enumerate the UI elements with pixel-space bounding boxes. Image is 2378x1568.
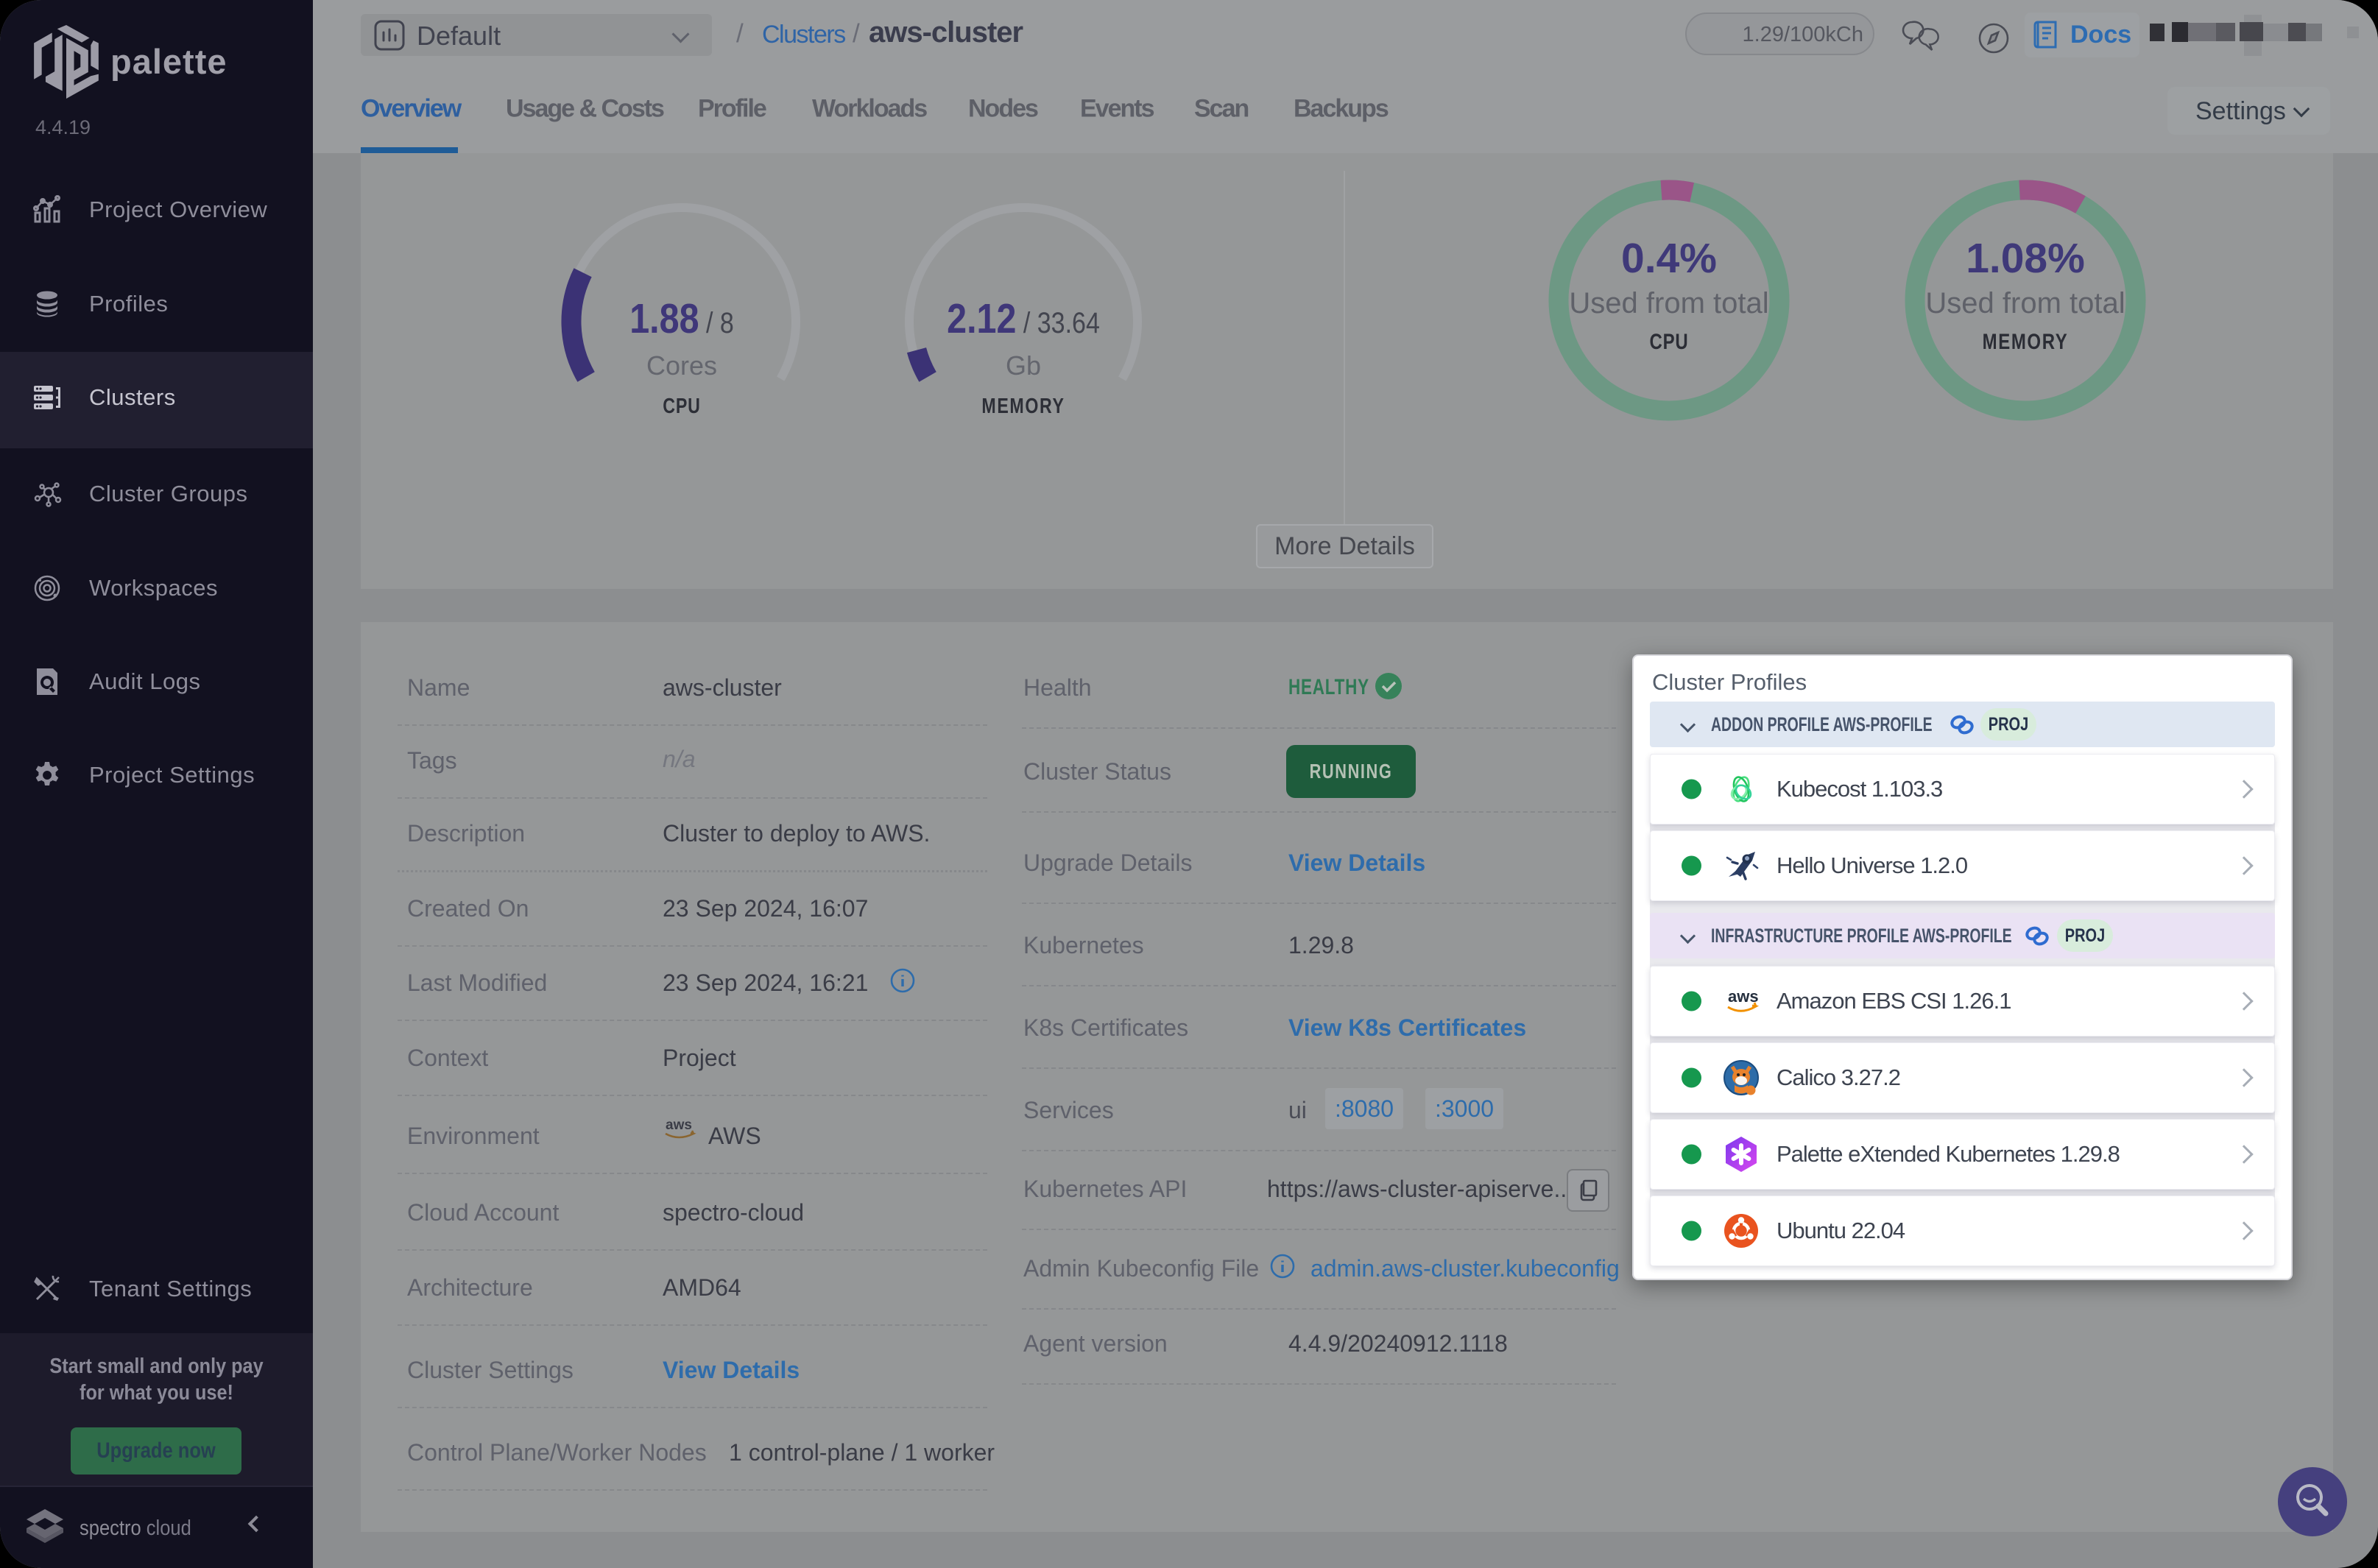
svg-text:aws: aws	[666, 1117, 692, 1133]
svg-text:aws: aws	[1728, 987, 1759, 1006]
